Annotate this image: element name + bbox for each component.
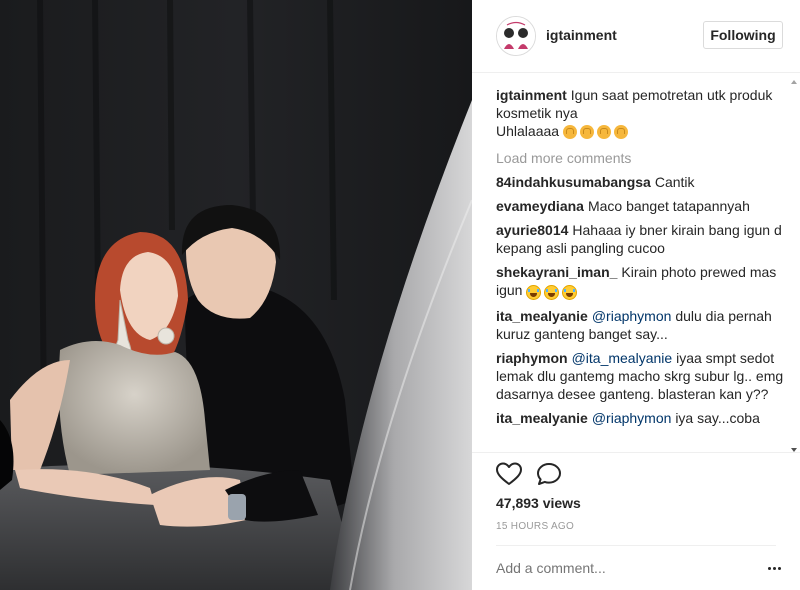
comment-icon[interactable]: [536, 462, 562, 486]
add-comment-input[interactable]: [496, 560, 746, 576]
clapping-hands-emoji: [579, 125, 594, 140]
clapping-hands-emoji: [596, 125, 611, 140]
comment-mention[interactable]: @riaphymon: [592, 410, 672, 426]
comment-item: ita_mealyanie @riaphymon iya say...coba: [496, 409, 786, 427]
comment-text: Cantik: [654, 174, 695, 191]
caption-line2: Uhlalaaaa: [496, 123, 560, 139]
comment-username[interactable]: shekayrani_iman_: [496, 264, 617, 280]
avatar-logo-icon: [497, 17, 535, 55]
comment-text: Maco banget tatapannyah: [587, 198, 750, 215]
comment-username[interactable]: evameydiana: [496, 198, 584, 214]
load-more-comments-link[interactable]: Load more comments: [496, 149, 786, 167]
avatar[interactable]: [496, 16, 536, 56]
add-comment-divider: [496, 545, 776, 546]
more-options-icon[interactable]: [766, 560, 782, 576]
tears-of-joy-emoji: [544, 284, 560, 300]
caption-username[interactable]: igtainment: [496, 87, 567, 103]
post-side-panel: igtainment Following igtainment Igun saat…: [472, 0, 800, 590]
comment-username[interactable]: ita_mealyanie: [496, 308, 588, 324]
comment-username[interactable]: ayurie8014: [496, 222, 568, 238]
tears-of-joy-emoji: [526, 283, 580, 301]
comment-item: riaphymon @ita_mealyanie iyaa smpt sedot …: [496, 349, 786, 403]
comments-scrollbar[interactable]: [790, 76, 798, 452]
comment-username[interactable]: ita_mealyanie: [496, 410, 588, 426]
dot: [778, 567, 781, 570]
comment-username[interactable]: riaphymon: [496, 350, 568, 366]
post-caption: igtainment Igun saat pemotretan utk produ…: [496, 86, 786, 141]
comment-mention[interactable]: @riaphymon: [592, 308, 672, 324]
post-username[interactable]: igtainment: [546, 27, 617, 43]
clapping-hands-emoji: [562, 125, 577, 140]
actions-divider: [472, 452, 800, 454]
comment-item: evameydiana Maco banget tatapannyah: [496, 197, 786, 215]
clapping-hands-emoji: [562, 123, 631, 141]
post-timestamp[interactable]: 15 HOURS AGO: [496, 521, 574, 532]
post-header: igtainment Following: [472, 0, 800, 73]
view-count[interactable]: 47,893 views: [496, 495, 581, 511]
comment-item: ita_mealyanie @riaphymon dulu dia pernah …: [496, 307, 786, 343]
comment-mention[interactable]: @ita_mealyanie: [572, 350, 673, 366]
following-button[interactable]: Following: [703, 21, 783, 49]
comment-item: shekayrani_iman_ Kirain photo prewed mas …: [496, 263, 786, 300]
tears-of-joy-emoji: [526, 284, 542, 300]
heart-icon[interactable]: [496, 462, 522, 486]
comment-username[interactable]: 84indahkusumabangsa: [496, 174, 651, 190]
post-photo-illustration: [0, 0, 472, 590]
tears-of-joy-emoji: [562, 284, 578, 300]
comment-item: ayurie8014 Hahaaa iy bner kirain bang igu…: [496, 221, 786, 257]
scroll-up-arrow-icon[interactable]: [791, 80, 797, 84]
comments-list[interactable]: igtainment Igun saat pemotretan utk produ…: [496, 86, 786, 450]
comment-item: 84indahkusumabangsa Cantik: [496, 173, 786, 191]
post-video[interactable]: [0, 0, 472, 590]
comment-text: iya say...coba: [675, 409, 760, 426]
instagram-post-view: igtainment Following igtainment Igun saat…: [0, 0, 800, 590]
clapping-hands-emoji: [613, 125, 628, 140]
dot: [773, 567, 776, 570]
dot: [768, 567, 771, 570]
